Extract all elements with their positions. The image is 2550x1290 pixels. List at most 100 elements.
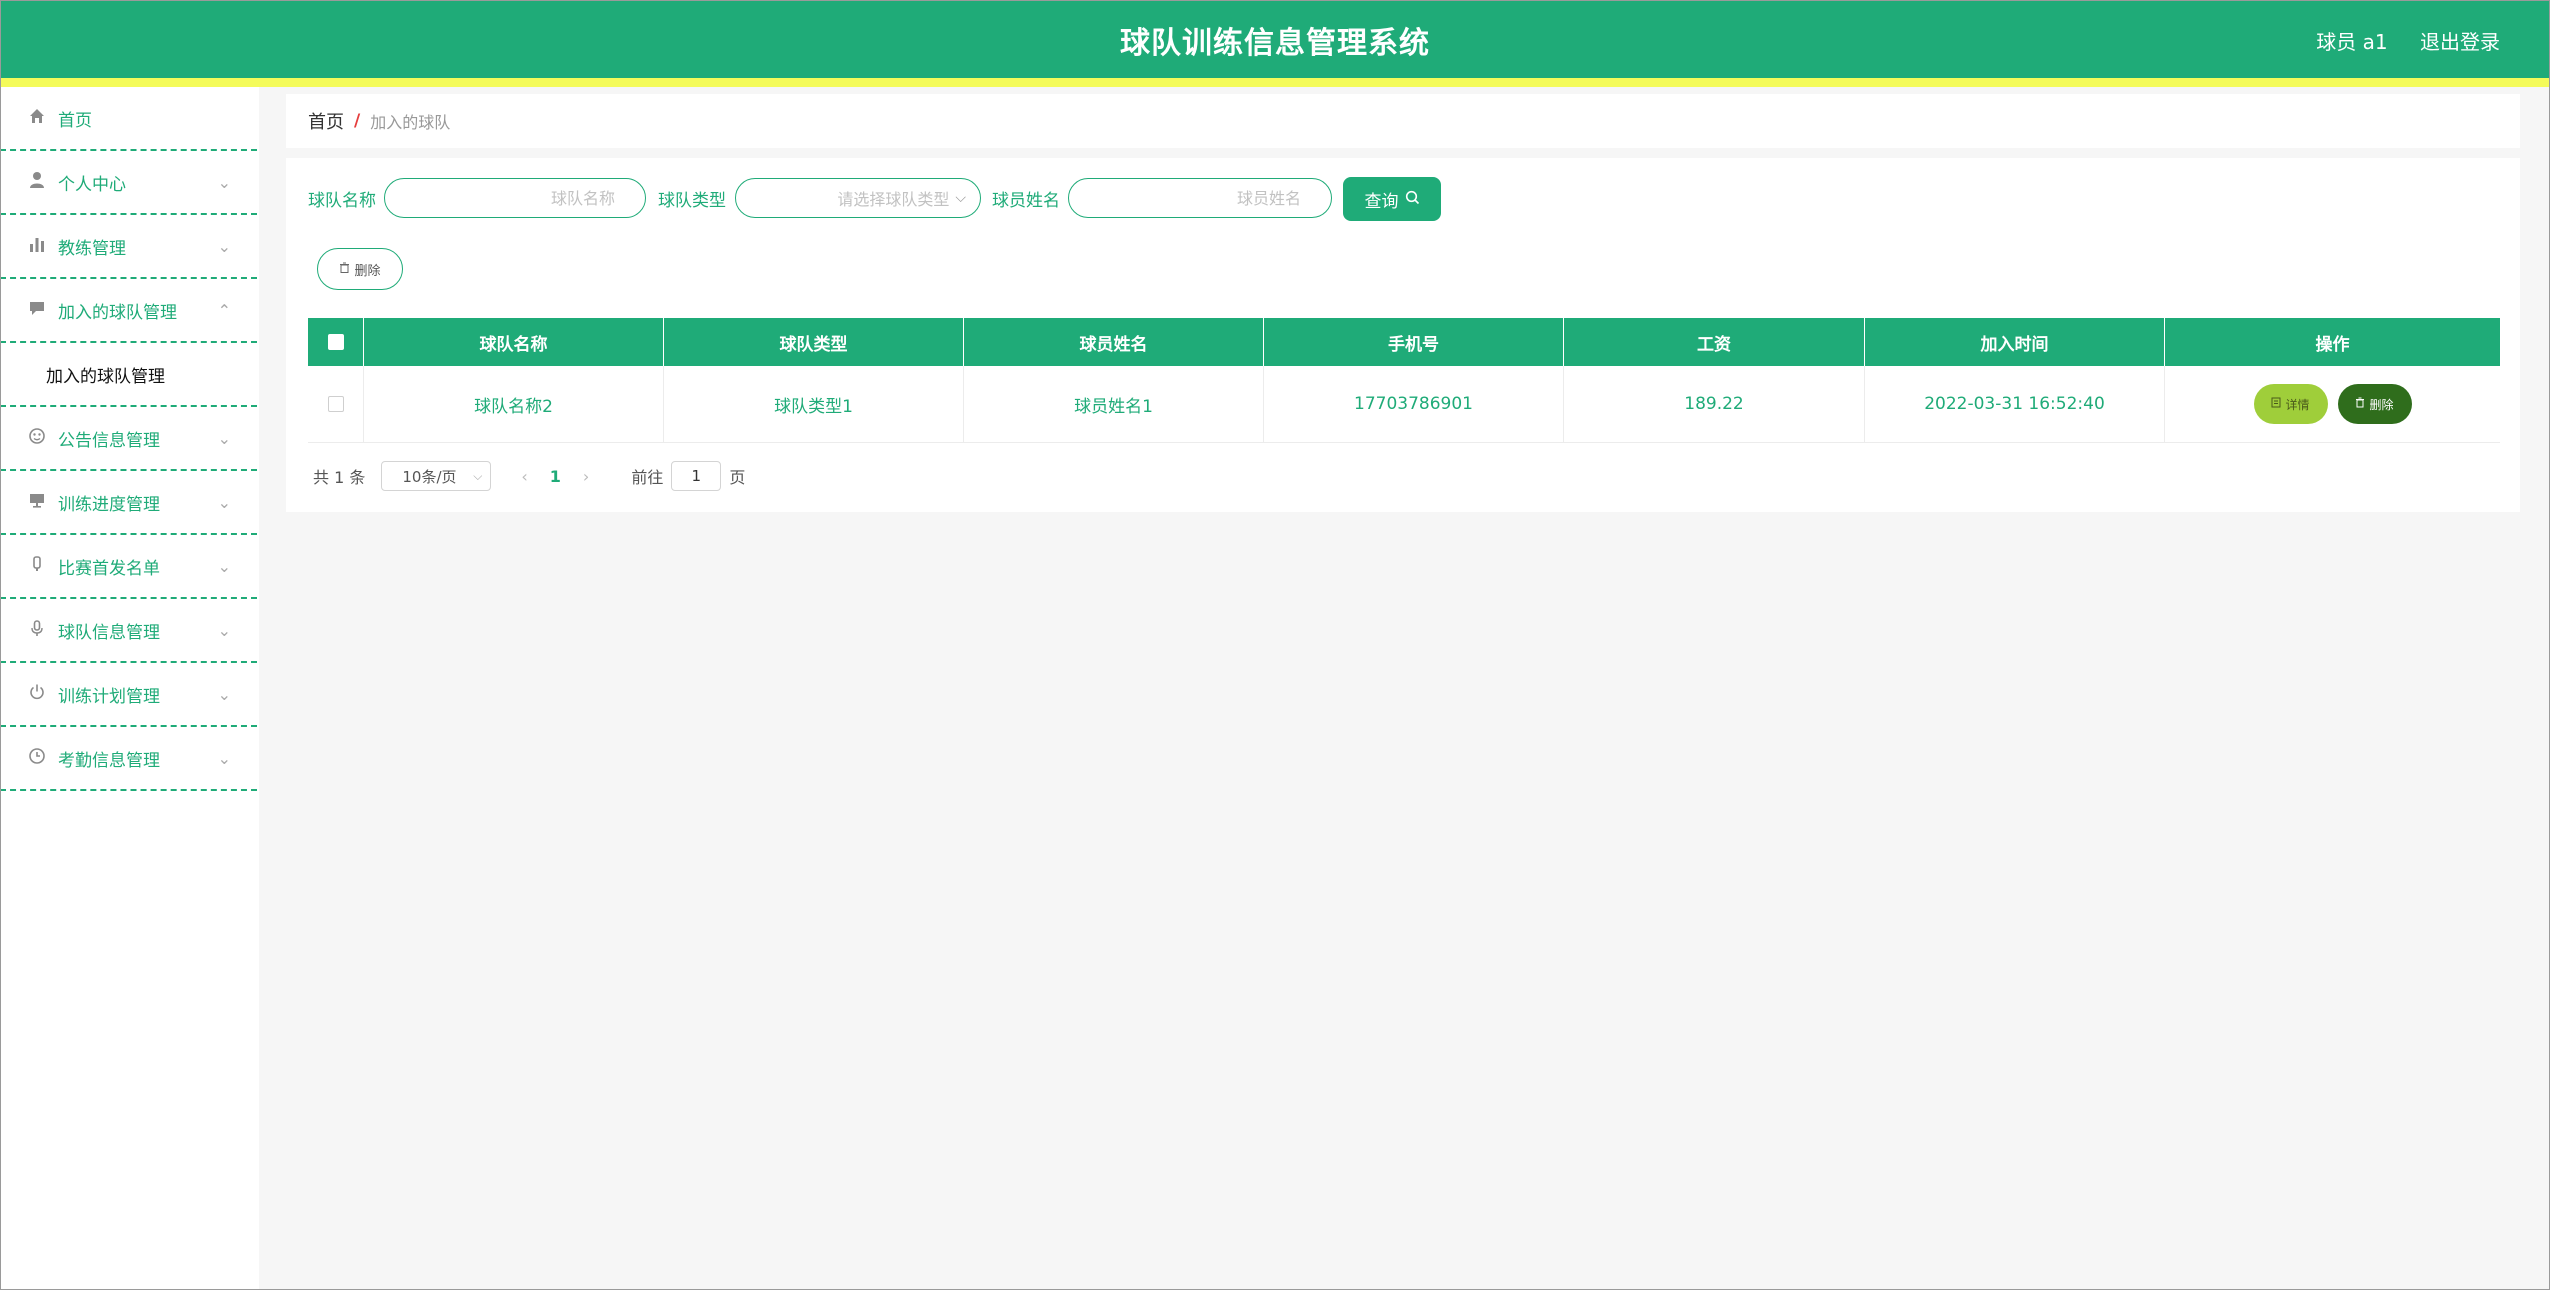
sidebar-item-label: 公告信息管理 [58,430,160,451]
sidebar-item-announcement[interactable]: 公告信息管理 ⌄ [0,407,257,471]
page-number[interactable]: 1 [550,467,561,486]
breadcrumb-home[interactable]: 首页 [308,108,344,134]
chevron-down-icon: ⌄ [217,428,231,448]
sidebar-item-label: 球队信息管理 [58,622,160,643]
detail-button[interactable]: 详情 [2253,384,2328,424]
select-all-cell [308,318,364,366]
pagination-total: 共 1 条 [313,468,366,487]
chevron-down-icon: ⌵ [473,468,483,483]
sidebar-item-label: 比赛首发名单 [58,558,160,579]
bottle-icon [26,555,48,578]
document-icon [2271,397,2281,411]
sidebar-item-training-progress[interactable]: 训练进度管理 ⌄ [0,471,257,535]
sidebar-item-label: 加入的球队管理 [58,302,177,323]
globe-icon [26,427,48,450]
breadcrumb-current: 加入的球队 [370,113,451,132]
main-content: 球队名称 球队类型 请选择球队类型 ⌵ 球员姓名 查询 删除 球队名称 球队类型… [286,158,2520,512]
chevron-down-icon: ⌄ [217,236,231,256]
power-icon [26,683,48,706]
sidebar-item-label: 训练计划管理 [58,686,160,707]
sidebar-item-coach[interactable]: 教练管理 ⌄ [0,215,257,279]
page-size-value: 10条/页 [402,467,457,486]
logout-link[interactable]: 退出登录 [2420,30,2500,54]
cell-phone: 17703786901 [1264,366,1564,442]
chevron-down-icon: ⌄ [217,684,231,704]
select-all-checkbox[interactable] [327,334,344,350]
goto-label: 前往 [631,468,664,487]
cell-salary: 189.22 [1564,366,1865,442]
chevron-down-icon: ⌄ [217,748,231,768]
submenu-label: 加入的球队管理 [46,366,165,387]
sidebar-item-joined-team[interactable]: 加入的球队管理 ⌃ [0,279,257,343]
batch-delete-button[interactable]: 删除 [317,248,403,290]
chevron-down-icon: ⌵ [955,190,966,206]
sidebar-item-personal-center[interactable]: 个人中心 ⌄ [0,151,257,215]
batch-delete-label: 删除 [354,263,381,279]
page-unit-label: 页 [729,468,746,487]
detail-button-label: 详情 [2285,397,2310,412]
sidebar-item-label: 个人中心 [58,174,126,195]
row-select-cell [308,366,364,442]
goto-page-input[interactable] [671,461,722,491]
sidebar-item-label: 首页 [58,110,92,131]
sidebar-item-training-plan[interactable]: 训练计划管理 ⌄ [0,663,257,727]
chart-icon [26,235,48,258]
column-header: 球队类型 [664,318,964,366]
user-area: 球员 a1 退出登录 [2290,26,2500,55]
sidebar: 首页 个人中心 ⌄ 教练管理 ⌄ 加入的球队管理 ⌃ 加入的球队管理 公告信息管… [0,87,259,1290]
player-name-label: 球员姓名 [992,191,1060,211]
monitor-icon [26,491,48,514]
header-accent-strip [0,78,2550,87]
chevron-up-icon: ⌃ [217,300,231,320]
breadcrumb: 首页 / 加入的球队 [286,94,2520,148]
trash-icon [339,262,350,276]
team-type-select[interactable]: 请选择球队类型 ⌵ [735,178,981,218]
pagination: 共 1 条 10条/页 ⌵ ‹ 1 › 前往 页 [313,460,745,492]
sidebar-item-home[interactable]: 首页 [0,87,257,151]
top-header: 球队训练信息管理系统 球员 a1 退出登录 [0,0,2550,78]
query-button-label: 查询 [1364,191,1399,212]
team-name-input[interactable] [384,178,646,218]
data-table: 球队名称 球队类型 球员姓名 手机号 工资 加入时间 操作 球队名称2 球队类型… [308,318,2500,443]
team-type-label: 球队类型 [658,191,726,211]
clock-icon [26,747,48,770]
next-page-icon[interactable]: › [583,467,589,486]
submenu-joined-team[interactable]: 加入的球队管理 [0,343,257,407]
column-header: 操作 [2315,334,2350,355]
column-header: 球队名称 [364,318,664,366]
delete-button[interactable]: 删除 [2337,384,2412,424]
user-icon [26,171,48,194]
chat-icon [26,299,48,322]
column-header: 球员姓名 [964,318,1264,366]
user-name[interactable]: 球员 a1 [2316,30,2387,54]
column-header: 手机号 [1264,318,1564,366]
chevron-down-icon: ⌄ [217,620,231,640]
row-checkbox[interactable] [327,396,344,412]
home-icon [26,107,48,130]
sidebar-item-attendance[interactable]: 考勤信息管理 ⌄ [0,727,257,791]
search-icon [1405,190,1420,209]
sidebar-item-label: 教练管理 [58,238,126,259]
table-row: 球队名称2 球队类型1 球员姓名1 17703786901 189.22 202… [308,366,2500,443]
prev-page-icon[interactable]: ‹ [521,467,527,486]
column-header: 工资 [1564,318,1865,366]
sidebar-item-team-info[interactable]: 球队信息管理 ⌄ [0,599,257,663]
cell-team-type: 球队类型1 [664,366,964,442]
team-name-label: 球队名称 [308,191,376,211]
sidebar-item-label: 考勤信息管理 [58,750,160,771]
cell-join-time: 2022-03-31 16:52:40 [1865,366,2165,442]
player-name-input[interactable] [1068,178,1332,218]
column-header: 加入时间 [1865,318,2165,366]
table-header: 球队名称 球队类型 球员姓名 手机号 工资 加入时间 操作 [308,318,2500,366]
page-size-select[interactable]: 10条/页 ⌵ [381,461,492,491]
chevron-down-icon: ⌄ [217,556,231,576]
team-type-placeholder: 请选择球队类型 [837,190,950,209]
cell-player-name: 球员姓名1 [964,366,1264,442]
chevron-down-icon: ⌄ [217,492,231,512]
breadcrumb-separator: / [354,111,361,131]
query-button[interactable]: 查询 [1343,177,1441,221]
microphone-icon [26,619,48,642]
sidebar-item-starting-lineup[interactable]: 比赛首发名单 ⌄ [0,535,257,599]
trash-icon [2355,397,2365,411]
cell-team-name: 球队名称2 [364,366,664,442]
